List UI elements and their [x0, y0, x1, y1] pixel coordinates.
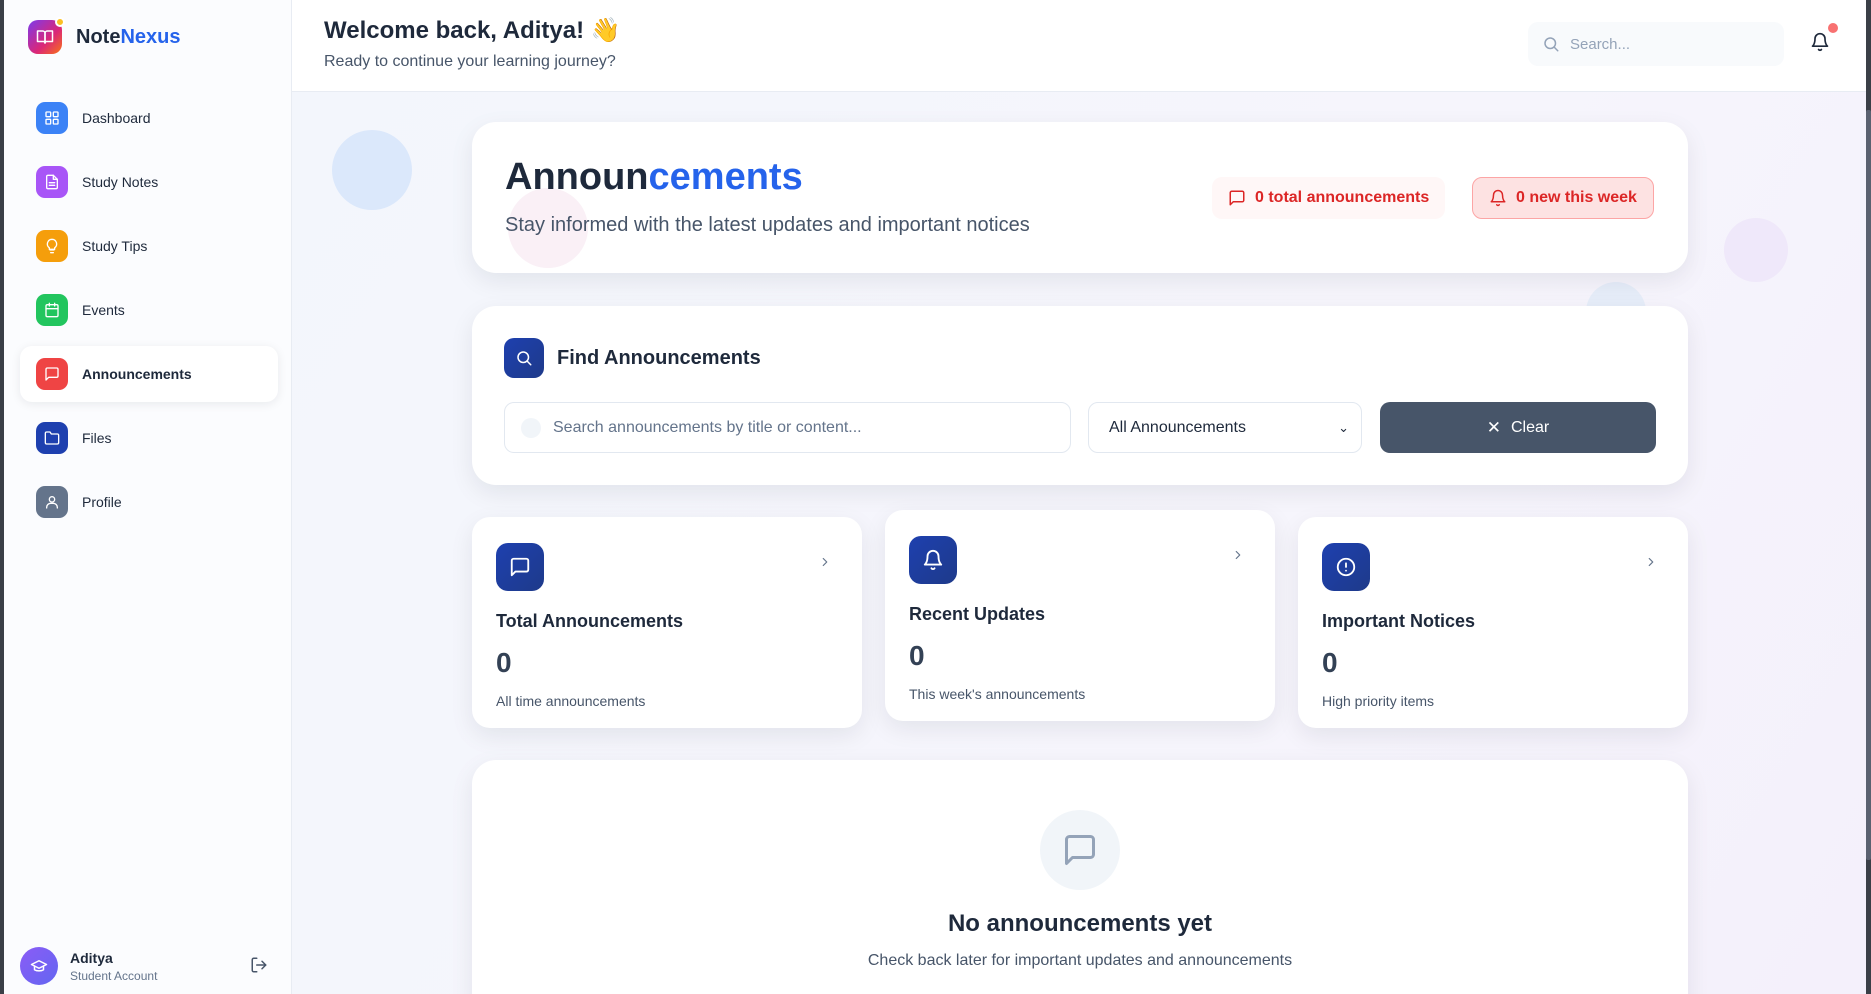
- sidebar-item-label: Files: [82, 430, 112, 446]
- document-icon: [36, 166, 68, 198]
- stat-card-total[interactable]: Total Announcements 0 All time announcem…: [472, 517, 862, 728]
- search-placeholder: Search...: [1570, 35, 1631, 53]
- brand[interactable]: NoteNexus: [28, 17, 181, 54]
- user-role: Student Account: [70, 968, 158, 983]
- announcement-search-input[interactable]: Search announcements by title or content…: [504, 402, 1071, 453]
- folder-icon: [36, 422, 68, 454]
- stat-value: 0: [909, 640, 925, 671]
- new-this-week-badge: 0 new this week: [1472, 177, 1654, 219]
- notification-bell-icon[interactable]: [1810, 23, 1838, 54]
- stat-card-recent[interactable]: Recent Updates 0 This week's announcemen…: [885, 510, 1275, 721]
- sidebar-item-files[interactable]: Files: [20, 410, 278, 466]
- close-icon: ✕: [1486, 417, 1501, 437]
- sidebar-item-label: Events: [82, 302, 125, 318]
- grid-icon: [36, 102, 68, 134]
- user-name: Aditya: [70, 949, 113, 966]
- chevron-right-icon: [818, 555, 832, 569]
- sidebar-item-profile[interactable]: Profile: [20, 474, 278, 530]
- graduation-cap-icon: [20, 947, 58, 985]
- chevron-down-icon: ⌄: [1338, 420, 1349, 435]
- search-icon: [521, 417, 541, 438]
- user-icon: [36, 486, 68, 518]
- logout-icon[interactable]: [250, 956, 270, 976]
- sidebar-item-label: Dashboard: [82, 110, 151, 126]
- stat-title: Total Announcements: [496, 611, 684, 631]
- user-account: Aditya Student Account: [20, 944, 278, 988]
- sidebar-item-announcements[interactable]: Announcements: [20, 346, 278, 402]
- stat-title: Recent Updates: [909, 604, 1046, 624]
- message-icon: [1229, 190, 1245, 206]
- sidebar-item-label: Announcements: [82, 366, 192, 382]
- stat-value: 0: [1322, 647, 1338, 678]
- message-icon: [36, 358, 68, 390]
- window-frame-left: [0, 0, 4, 994]
- sidebar-item-label: Profile: [82, 494, 122, 510]
- search-icon: [1544, 37, 1559, 52]
- stat-label: High priority items: [1322, 693, 1435, 709]
- empty-title: No announcements yet: [947, 910, 1213, 937]
- calendar-icon: [36, 294, 68, 326]
- announcements-hero: Announcements Stay informed with the lat…: [472, 122, 1688, 273]
- decorative-bubble: [332, 130, 412, 210]
- find-title: Find Announcements: [557, 347, 761, 369]
- sidebar: NoteNexus Dashboard Study Notes Study Ti…: [4, 0, 292, 994]
- chevron-right-icon: [1644, 555, 1658, 569]
- page-subtitle: Stay informed with the latest updates an…: [505, 214, 1030, 236]
- stat-label: This week's announcements: [909, 686, 1086, 702]
- stat-title: Important Notices: [1322, 611, 1476, 631]
- sidebar-item-events[interactable]: Events: [20, 282, 278, 338]
- search-input[interactable]: Search...: [1528, 22, 1784, 66]
- message-icon: [496, 543, 544, 591]
- alert-circle-icon: [1322, 543, 1370, 591]
- brand-name: NoteNexus: [76, 25, 181, 48]
- lightbulb-icon: [36, 230, 68, 262]
- sidebar-nav: Dashboard Study Notes Study Tips Events …: [20, 90, 278, 538]
- scrollbar-thumb[interactable]: [1866, 110, 1871, 860]
- bell-icon: [1490, 189, 1506, 207]
- sidebar-item-dashboard[interactable]: Dashboard: [20, 90, 278, 146]
- decorative-bubble: [1724, 218, 1788, 282]
- search-placeholder: Search announcements by title or content…: [553, 418, 862, 436]
- chevron-right-icon: [1231, 548, 1245, 562]
- welcome-heading: Welcome back, Aditya! 👋: [324, 17, 621, 44]
- page-title: Announcements: [505, 156, 803, 198]
- welcome-subtitle: Ready to continue your learning journey?: [324, 53, 616, 70]
- sidebar-item-study-tips[interactable]: Study Tips: [20, 218, 278, 274]
- total-announcements-badge: 0 total announcements: [1212, 177, 1446, 219]
- sidebar-item-label: Study Notes: [82, 174, 159, 190]
- stat-card-important[interactable]: Important Notices 0 High priority items: [1298, 517, 1688, 728]
- stat-value: 0: [496, 647, 512, 678]
- empty-subtitle: Check back later for important updates a…: [867, 952, 1293, 969]
- bell-icon: [909, 536, 957, 584]
- search-icon: [504, 338, 544, 378]
- announcement-filter-select[interactable]: All Announcements ⌄: [1088, 402, 1362, 453]
- clear-button[interactable]: ✕ Clear: [1380, 402, 1656, 453]
- sidebar-item-label: Study Tips: [82, 238, 148, 254]
- find-announcements-panel: Find Announcements Search announcements …: [472, 306, 1688, 485]
- notification-badge: [1828, 23, 1838, 33]
- stat-label: All time announcements: [496, 693, 646, 709]
- sidebar-item-study-notes[interactable]: Study Notes: [20, 154, 278, 210]
- empty-state: No announcements yet Check back later fo…: [472, 760, 1688, 994]
- main-content: Announcements Stay informed with the lat…: [292, 92, 1866, 994]
- message-icon: [1040, 810, 1120, 890]
- book-icon: [28, 17, 65, 54]
- top-bar: Welcome back, Aditya! 👋 Ready to continu…: [292, 0, 1866, 92]
